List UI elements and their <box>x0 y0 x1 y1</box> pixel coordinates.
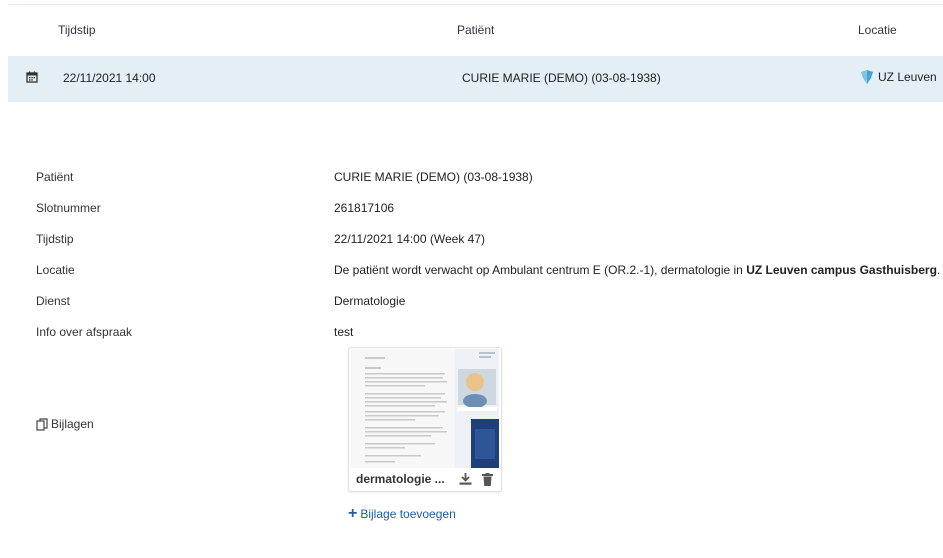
value-slotnummer: 261817106 <box>334 201 395 215</box>
locatie-campus: UZ Leuven campus Gasthuisberg <box>746 263 937 277</box>
header-patient[interactable]: Patiënt <box>457 23 494 37</box>
label-dienst: Dienst <box>36 294 71 308</box>
row-patient: CURIE MARIE (DEMO) (03-08-1938) <box>462 71 661 85</box>
label-info: Info over afspraak <box>36 325 133 339</box>
attachment-card[interactable]: dermatologie ... <box>348 347 502 492</box>
value-dienst: Dermatologie <box>334 294 406 308</box>
appointment-row[interactable]: 22/11/2021 14:00 CURIE MARIE (DEMO) (03-… <box>8 56 943 102</box>
attachments-label: Bijlagen <box>36 417 94 431</box>
add-attachment-label: Bijlage toevoegen <box>360 507 456 521</box>
label-locatie: Locatie <box>36 263 75 277</box>
value-tijdstip: 22/11/2021 14:00 (Week 47) <box>334 232 485 246</box>
row-date: 22/11/2021 14:00 <box>63 71 156 85</box>
label-tijdstip: Tijdstip <box>36 232 74 246</box>
row-location: UZ Leuven <box>860 69 937 85</box>
document-preview-image <box>351 349 499 468</box>
attachment-thumbnail[interactable] <box>351 349 499 468</box>
copy-icon <box>36 417 48 431</box>
table-header: Tijdstip Patiënt Locatie <box>0 0 943 56</box>
locatie-text: De patiënt wordt verwacht op Ambulant ce… <box>334 263 747 277</box>
value-patient: CURIE MARIE (DEMO) (03-08-1938) <box>334 170 533 184</box>
value-info: test <box>334 325 354 339</box>
uz-leuven-logo-icon <box>861 70 873 84</box>
add-attachment-link[interactable]: + Bijlage toevoegen <box>348 505 456 522</box>
header-locatie[interactable]: Locatie <box>858 23 897 37</box>
attachment-file-name[interactable]: dermatologie ... <box>356 472 445 486</box>
header-tijdstip[interactable]: Tijdstip <box>58 23 96 37</box>
label-slotnummer: Slotnummer <box>36 201 101 215</box>
plus-icon: + <box>348 505 358 522</box>
label-patient: Patiënt <box>36 170 74 184</box>
attachments-label-text: Bijlagen <box>51 417 94 431</box>
locatie-suffix: . <box>936 263 941 277</box>
calendar-icon <box>26 71 38 83</box>
row-location-label: UZ Leuven <box>878 70 937 84</box>
delete-icon[interactable] <box>482 473 493 486</box>
download-icon[interactable] <box>459 473 472 485</box>
value-locatie: De patiënt wordt verwacht op Ambulant ce… <box>334 263 940 277</box>
